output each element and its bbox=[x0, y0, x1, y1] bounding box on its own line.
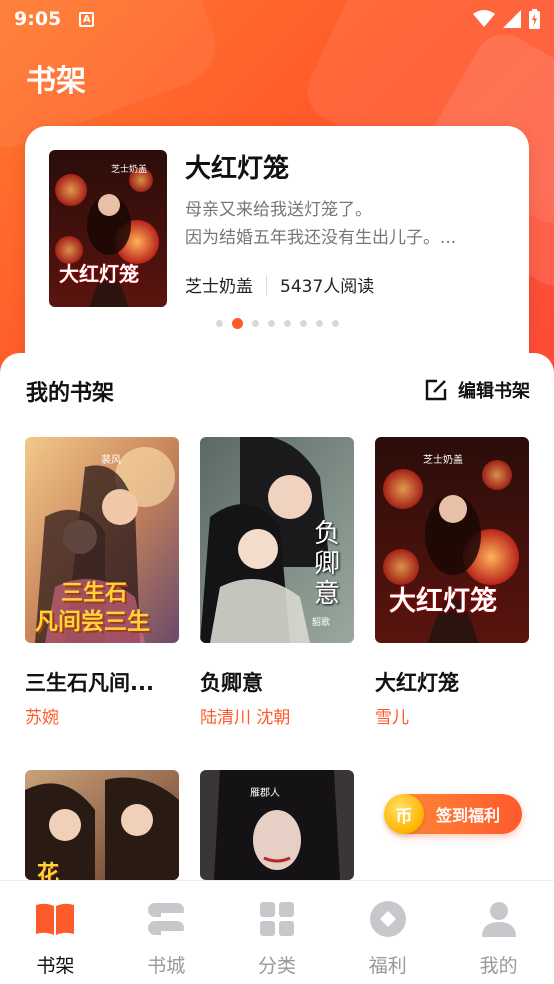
featured-book-meta: 芝士奶盖 5437人阅读 bbox=[185, 272, 374, 297]
featured-cover-title: 大红灯笼 bbox=[59, 262, 139, 286]
shelf-book[interactable]: 雁郡人 bbox=[200, 770, 354, 880]
book-cover[interactable]: 大红灯笼 芝士奶盖 bbox=[375, 437, 529, 643]
status-bar: 9:05 A bbox=[0, 0, 554, 38]
carousel-indicator[interactable] bbox=[25, 318, 529, 329]
carousel-dot[interactable] bbox=[283, 320, 291, 327]
carousel-dot[interactable] bbox=[315, 320, 323, 327]
user-icon bbox=[481, 902, 516, 937]
featured-book-card[interactable]: 大红灯笼 芝士奶盖 大红灯笼 母亲又来给我送灯笼了。 因为结婚五年我还没有生出儿… bbox=[25, 126, 529, 376]
tab-label: 书城 bbox=[147, 955, 186, 977]
status-time: 9:05 bbox=[14, 8, 62, 30]
carousel-dot[interactable] bbox=[231, 318, 243, 329]
coin-icon: 币 bbox=[384, 794, 424, 834]
notification-icon: A bbox=[79, 11, 95, 27]
meta-divider bbox=[266, 274, 267, 295]
book-author: 苏婉 bbox=[25, 708, 59, 728]
shelf-book[interactable]: 负卿意 韶歌 负卿意 陆清川 沈朝 bbox=[200, 437, 354, 728]
cover-title-line-1: 花 bbox=[37, 862, 60, 880]
cover-title-line-1: 大红灯笼 bbox=[389, 586, 497, 617]
book-cover[interactable]: 三生石 凡间尝三生 裴风 bbox=[25, 437, 179, 643]
shelf-book[interactable]: 三生石 凡间尝三生 裴风 三生石凡间... 苏婉 bbox=[25, 437, 179, 728]
featured-book-author: 芝士奶盖 bbox=[185, 277, 253, 297]
carousel-dot[interactable] bbox=[215, 320, 223, 327]
cover-author-tag: 韶歌 bbox=[312, 618, 331, 628]
cover-title-line-1: 负卿意 bbox=[314, 519, 341, 609]
tab-welfare[interactable]: 福利 bbox=[332, 881, 443, 984]
edit-shelf-label: 编辑书架 bbox=[458, 381, 530, 402]
book-title[interactable]: 大红灯笼 bbox=[375, 667, 529, 697]
featured-cover-author: 芝士奶盖 bbox=[111, 165, 148, 175]
carousel-dot[interactable] bbox=[299, 320, 307, 327]
tab-bookstore[interactable]: 书城 bbox=[111, 881, 222, 984]
edit-icon bbox=[425, 379, 447, 401]
carousel-dot[interactable] bbox=[267, 320, 275, 327]
tab-category[interactable]: 分类 bbox=[222, 881, 333, 984]
featured-desc-line-2: 因为结婚五年我还没有生出儿子。... bbox=[185, 228, 457, 248]
featured-book-cover[interactable]: 大红灯笼 芝士奶盖 bbox=[49, 150, 167, 307]
cover-title-line-2: 凡间尝三生 bbox=[35, 609, 150, 635]
carousel-dot[interactable] bbox=[251, 320, 259, 327]
books-stack-icon bbox=[148, 903, 185, 935]
tab-label: 我的 bbox=[479, 955, 518, 977]
tab-label: 书架 bbox=[36, 955, 75, 977]
cover-author-tag: 裴风 bbox=[101, 455, 121, 466]
tab-bookshelf[interactable]: 书架 bbox=[0, 881, 111, 984]
grid-icon bbox=[259, 902, 294, 936]
tab-label: 福利 bbox=[368, 955, 407, 977]
shelf-book[interactable]: 大红灯笼 芝士奶盖 大红灯笼 雪儿 bbox=[375, 437, 529, 728]
featured-book-title[interactable]: 大红灯笼 bbox=[185, 148, 289, 185]
book-author: 陆清川 沈朝 bbox=[200, 708, 291, 728]
checkin-bonus-button[interactable]: 币 签到福利 bbox=[384, 794, 522, 834]
book-title[interactable]: 三生石凡间... bbox=[25, 667, 179, 697]
book-open-icon bbox=[36, 903, 75, 935]
diamond-coin-icon bbox=[369, 901, 406, 937]
edit-shelf-button[interactable]: 编辑书架 bbox=[424, 377, 530, 403]
book-cover[interactable]: 负卿意 韶歌 bbox=[200, 437, 354, 643]
carousel-dot[interactable] bbox=[331, 320, 339, 327]
book-cover[interactable]: 雁郡人 bbox=[200, 770, 354, 880]
shelf-book[interactable]: 花 bbox=[25, 770, 179, 880]
battery-icon bbox=[529, 9, 540, 29]
tab-mine[interactable]: 我的 bbox=[443, 881, 554, 984]
wifi-icon bbox=[473, 10, 495, 27]
book-title[interactable]: 负卿意 bbox=[200, 667, 354, 697]
featured-desc-line-1: 母亲又来给我送灯笼了。 bbox=[185, 200, 372, 220]
bottom-tab-bar: 书架 书城 分类 福利 我的 bbox=[0, 880, 554, 984]
featured-book-reads: 5437人阅读 bbox=[280, 277, 375, 297]
signal-icon bbox=[503, 10, 521, 28]
cover-author-tag: 雁郡人 bbox=[250, 788, 280, 799]
cover-author-tag: 芝士奶盖 bbox=[423, 455, 463, 466]
featured-book-description: 母亲又来给我送灯笼了。 因为结婚五年我还没有生出儿子。... bbox=[185, 196, 505, 252]
checkin-label: 签到福利 bbox=[436, 806, 501, 825]
page-title: 书架 bbox=[26, 64, 86, 99]
book-cover[interactable]: 花 bbox=[25, 770, 179, 880]
shelf-heading: 我的书架 bbox=[26, 381, 115, 406]
book-author: 雪儿 bbox=[375, 708, 409, 728]
tab-label: 分类 bbox=[257, 955, 296, 977]
